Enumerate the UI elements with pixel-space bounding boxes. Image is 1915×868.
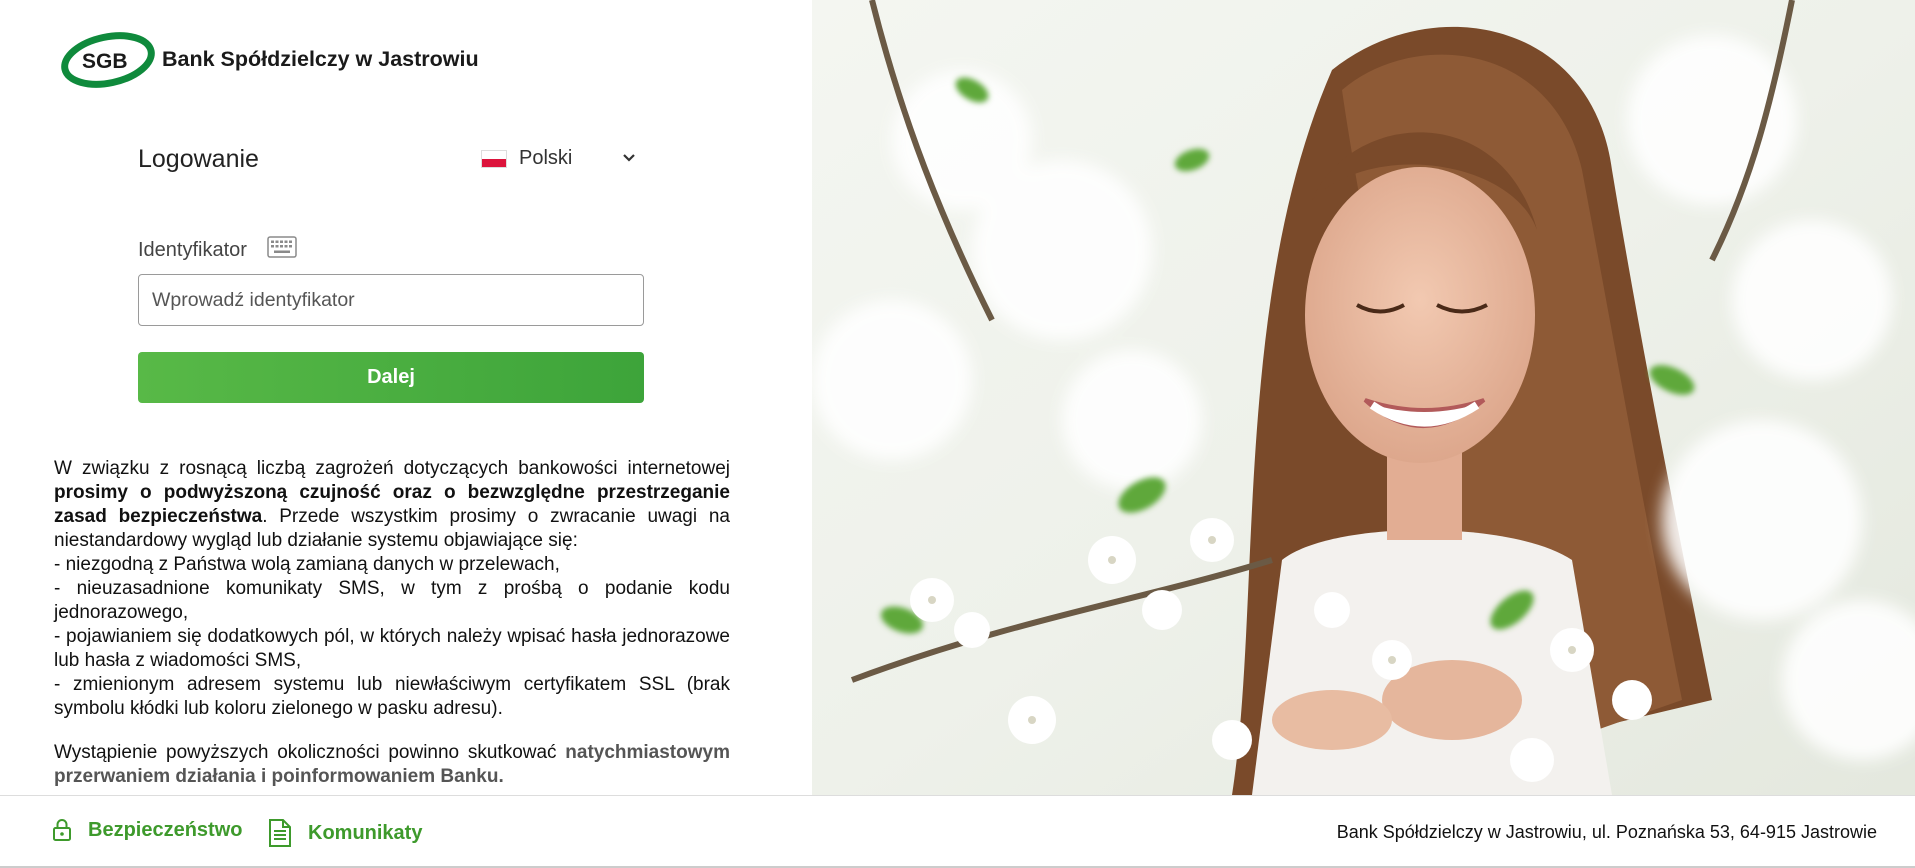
security-link-label: Bezpieczeństwo: [88, 818, 243, 841]
bank-logo[interactable]: SGB Bank Spółdzielczy w Jastrowiu: [60, 26, 479, 92]
notice-item: - zmienionym adresem systemu lub niewłaś…: [54, 674, 730, 719]
messages-link[interactable]: Komunikaty: [268, 818, 422, 848]
footer: Bezpieczeństwo Komunikaty Bank Spółdziel…: [0, 795, 1915, 868]
identifier-label-row: Identyfikator: [138, 236, 297, 264]
sgb-logo-mark: SGB: [60, 26, 158, 92]
language-select[interactable]: Polski: [481, 147, 636, 170]
next-button[interactable]: Dalej: [138, 352, 644, 403]
chevron-down-icon: [622, 150, 636, 168]
security-link[interactable]: Bezpieczeństwo: [52, 818, 242, 842]
bank-address: Bank Spółdzielczy w Jastrowiu, ul. Pozna…: [1336, 822, 1877, 842]
page-title: Logowanie: [138, 145, 259, 173]
poland-flag-icon: [481, 149, 507, 168]
notice-conclusion: Wystąpienie powyższych okoliczności powi…: [54, 741, 730, 789]
notice-conclusion-text: Wystąpienie powyższych okoliczności powi…: [54, 742, 566, 763]
notice-intro: W związku z rosnącą liczbą zagrożeń doty…: [54, 458, 730, 479]
notice-paragraph: W związku z rosnącą liczbą zagrożeń doty…: [54, 457, 730, 553]
notice-item: - nieuzasadnione komunikaty SMS, w tym z…: [54, 578, 730, 623]
logo-abbr: SGB: [82, 50, 128, 73]
login-panel: SGB Bank Spółdzielczy w Jastrowiu Logowa…: [0, 0, 812, 795]
hero-image: [812, 0, 1915, 795]
bank-name: Bank Spółdzielczy w Jastrowiu: [162, 46, 479, 71]
identifier-input[interactable]: [138, 274, 644, 326]
identifier-label: Identyfikator: [138, 238, 247, 261]
notice-item: - niezgodną z Państwa wolą zamianą danyc…: [54, 554, 560, 575]
security-notice: W związku z rosnącą liczbą zagrożeń doty…: [54, 457, 730, 789]
messages-link-label: Komunikaty: [308, 821, 423, 844]
document-icon: [268, 818, 292, 848]
notice-item: - pojawianiem się dodatkowych pól, w któ…: [54, 626, 730, 671]
virtual-keyboard-icon[interactable]: [267, 236, 297, 264]
language-label: Polski: [519, 147, 573, 169]
lock-icon: [52, 818, 72, 842]
